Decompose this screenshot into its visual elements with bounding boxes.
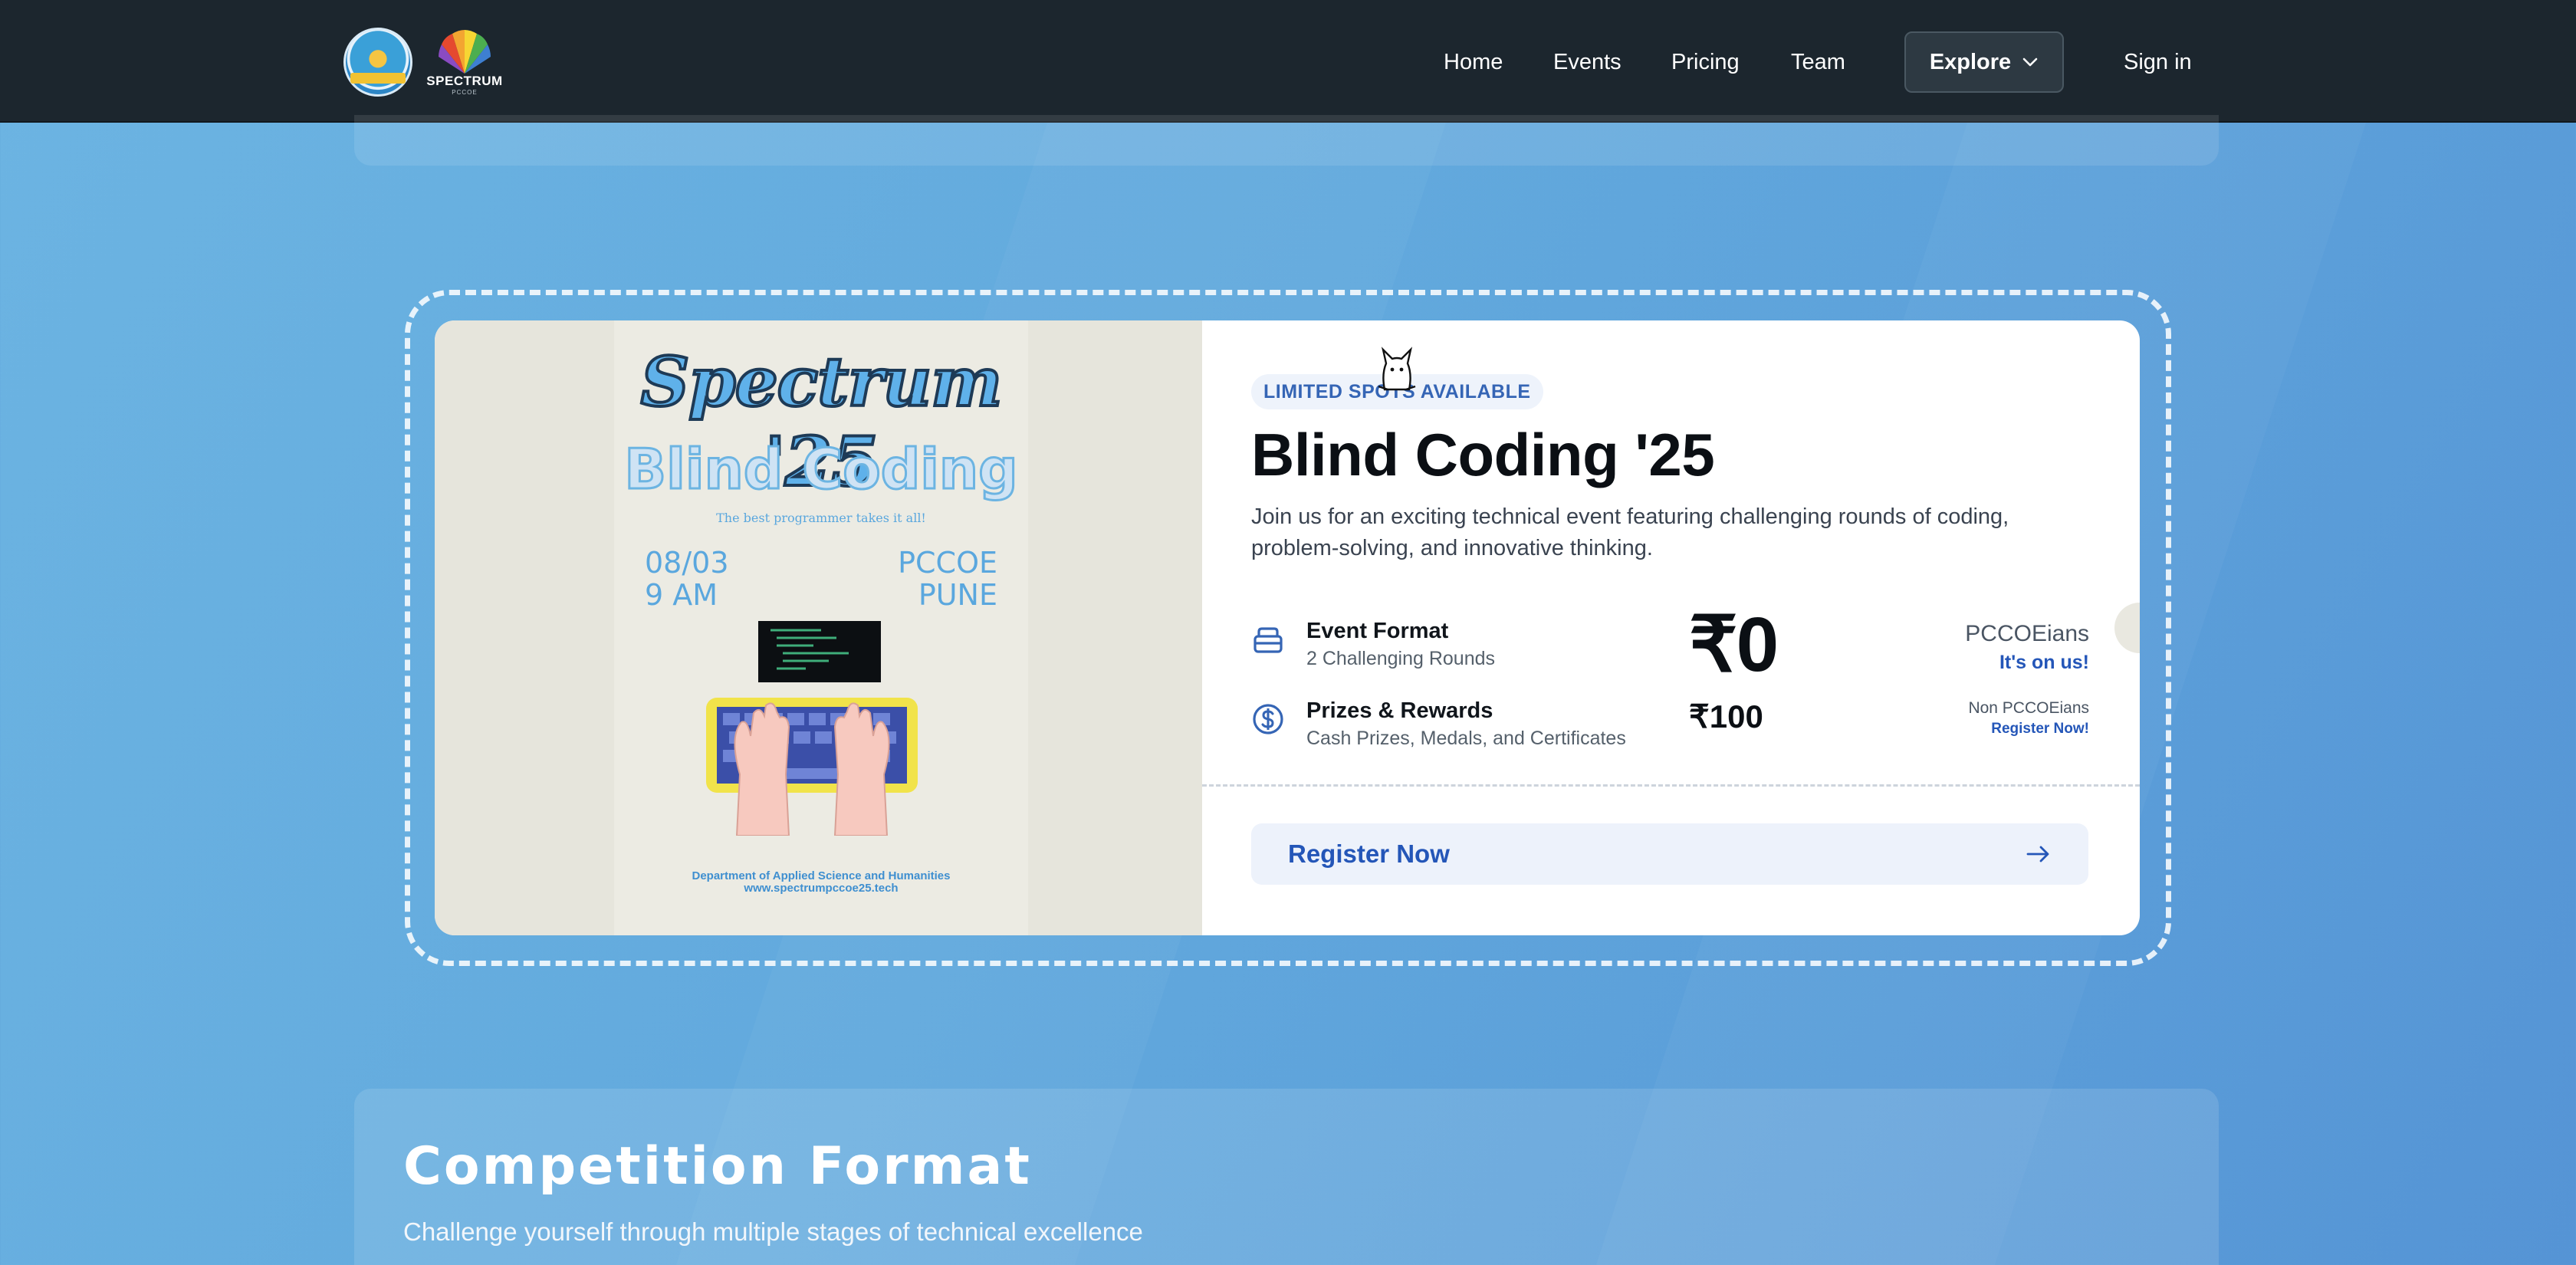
register-button-label: Register Now <box>1288 840 1450 868</box>
ticket-perforation-divider <box>1202 784 2140 787</box>
section-subtitle: Challenge yourself through multiple stag… <box>403 1217 1143 1246</box>
logo-wordmark: SPECTRUM <box>426 74 503 88</box>
arrow-right-icon <box>2026 846 2049 863</box>
feature-subtitle: Cash Prizes, Medals, and Certificates <box>1306 728 1626 749</box>
nav-events-link[interactable]: Events <box>1553 44 1622 80</box>
poster-subtitle: Blind Coding <box>623 436 1019 503</box>
pricing-audience-label: PCCOEians <box>1965 621 2089 646</box>
register-now-button[interactable]: Register Now <box>1251 823 2088 885</box>
nav-pricing-link[interactable]: Pricing <box>1671 44 1740 80</box>
poster-tagline: The best programmer takes it all! <box>716 511 926 525</box>
feature-title: Event Format <box>1306 619 1449 643</box>
spectrum-fan-icon <box>439 30 491 74</box>
poster-venue: PCCOE <box>898 546 997 580</box>
section-title: Competition Format <box>403 1136 1032 1197</box>
event-info-pane: LIMITED SPOTS AVAILABLE Blind Coding '25… <box>1202 320 2140 935</box>
pricing-register-link[interactable]: Register Now! <box>1991 721 2089 738</box>
keyboard-hands-illustration <box>706 621 918 836</box>
poster-date: 08/03 <box>645 546 729 580</box>
poster-city: PUNE <box>918 578 997 612</box>
price-pccoeians: ₹0 <box>1689 602 1779 688</box>
poster-time: 9 AM <box>645 578 718 612</box>
feature-title: Prizes & Rewards <box>1306 698 1493 723</box>
competition-format-section: Competition Format Challenge yourself th… <box>354 1089 2219 1265</box>
event-description: Join us for an exciting technical event … <box>1251 504 2009 560</box>
nav-home-link[interactable]: Home <box>1444 44 1503 80</box>
spectrum-logo: SPECTRUM PCCOE <box>423 28 506 97</box>
sign-in-link[interactable]: Sign in <box>2124 44 2192 80</box>
top-navbar: SPECTRUM PCCOE Home Events Pricing Team … <box>0 0 2576 123</box>
event-ticket-card: Spectrum '25 Blind Coding The best progr… <box>435 320 2140 935</box>
pccoe-logo <box>343 28 412 97</box>
pricing-free-note: It's on us! <box>1999 652 2089 673</box>
feature-prizes: Prizes & Rewards Cash Prizes, Medals, an… <box>1251 696 1626 751</box>
explore-dropdown-button[interactable]: Explore <box>1904 31 2064 93</box>
logo-subtext: PCCOE <box>452 89 478 96</box>
nav-team-link[interactable]: Team <box>1791 44 1845 80</box>
stack-icon <box>1254 627 1283 653</box>
cat-mascot-icon <box>1378 347 1416 391</box>
poster-url: www.spectrumpccoe25.tech <box>744 882 899 895</box>
dollar-circle-icon <box>1253 704 1283 734</box>
explore-label: Explore <box>1929 49 2012 74</box>
pccoe-logo-ribbon <box>350 73 406 84</box>
logo-group[interactable]: SPECTRUM PCCOE <box>343 28 506 97</box>
event-poster-pane: Spectrum '25 Blind Coding The best progr… <box>435 320 1202 935</box>
feature-subtitle: 2 Challenging Rounds <box>1306 648 1496 669</box>
poster-department: Department of Applied Science and Humani… <box>692 869 951 882</box>
chevron-down-icon <box>2022 58 2038 67</box>
feature-event-format: Event Format 2 Challenging Rounds <box>1251 616 1495 672</box>
pricing-audience-label: Non PCCOEians <box>1968 699 2089 717</box>
ticket-notch <box>2114 603 2140 653</box>
event-poster: Spectrum '25 Blind Coding The best progr… <box>614 320 1028 935</box>
event-title: Blind Coding '25 <box>1251 421 1715 488</box>
price-non-pccoeians: ₹100 <box>1689 698 1763 734</box>
previous-section-panel <box>354 115 2219 166</box>
